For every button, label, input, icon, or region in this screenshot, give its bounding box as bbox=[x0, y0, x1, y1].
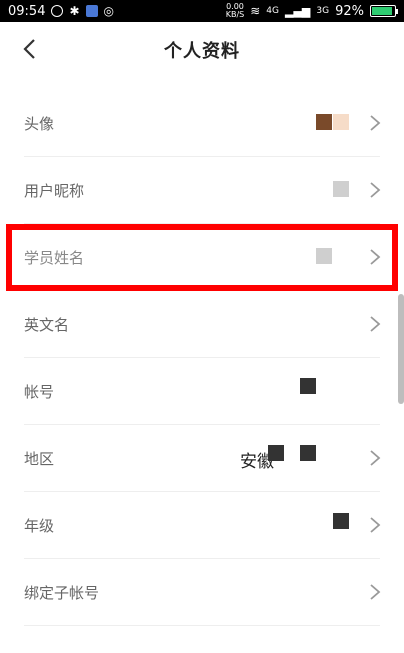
row-grade[interactable]: 年级 bbox=[0, 492, 404, 559]
row-english-name[interactable]: 英文名 bbox=[0, 291, 404, 358]
chevron-right-icon bbox=[368, 181, 382, 199]
bluetooth-icon: ✱ bbox=[69, 4, 80, 18]
value-redacted bbox=[333, 181, 349, 197]
page-title: 个人资料 bbox=[164, 41, 240, 62]
row-label: 地区 bbox=[24, 450, 55, 468]
value-redacted bbox=[316, 248, 332, 264]
scrollbar[interactable] bbox=[398, 294, 404, 404]
wifi-icon: ≋ bbox=[250, 4, 261, 18]
chevron-right-icon bbox=[368, 516, 382, 534]
row-student-name[interactable]: 学员姓名 bbox=[0, 224, 404, 291]
value-redacted bbox=[333, 513, 349, 529]
chevron-right-icon bbox=[368, 583, 382, 601]
row-label: 帐号 bbox=[24, 383, 55, 401]
alarm-icon bbox=[51, 5, 64, 17]
chevron-right-icon bbox=[368, 248, 382, 266]
row-label: 年级 bbox=[24, 517, 55, 535]
signal-label-2: 3G bbox=[316, 6, 330, 16]
chevron-right-icon bbox=[368, 449, 382, 467]
row-label: 头像 bbox=[24, 115, 55, 133]
value-redacted bbox=[268, 445, 284, 461]
row-label: 学员姓名 bbox=[24, 249, 85, 267]
chevron-right-icon bbox=[368, 315, 382, 333]
row-label: 英文名 bbox=[24, 316, 70, 334]
row-avatar[interactable]: 头像 bbox=[0, 90, 404, 157]
signal-icon: ▂▄▆ bbox=[285, 4, 311, 18]
app-icon bbox=[85, 5, 98, 17]
row-bind-sub-account[interactable]: 绑定子帐号 bbox=[0, 559, 404, 626]
battery-percent: 92% bbox=[335, 3, 364, 19]
row-label: 绑定子帐号 bbox=[24, 584, 100, 602]
avatar bbox=[316, 114, 332, 130]
chevron-right-icon bbox=[368, 114, 382, 132]
signal-label-1: 4G bbox=[266, 6, 279, 16]
row-account: 帐号 bbox=[0, 358, 404, 425]
status-bar: 09:54 ✱ ◎ 0.00 KB/S ≋ 4G ▂▄▆ 3G 92% bbox=[0, 0, 404, 22]
value-redacted bbox=[300, 445, 316, 461]
battery-icon bbox=[370, 5, 398, 17]
profile-list: 头像 用户昵称 学员姓名 英文名 帐号 地区 安徽 年级 绑定子帐号 bbox=[0, 90, 404, 626]
network-speed: 0.00 KB/S bbox=[225, 2, 245, 19]
header: 个人资料 bbox=[0, 22, 404, 78]
status-time: 09:54 bbox=[8, 3, 46, 19]
value-redacted bbox=[300, 378, 316, 394]
qq-icon: ◎ bbox=[103, 4, 115, 18]
divider bbox=[24, 625, 380, 626]
row-nickname[interactable]: 用户昵称 bbox=[0, 157, 404, 224]
row-region[interactable]: 地区 安徽 bbox=[0, 425, 404, 492]
back-button[interactable] bbox=[16, 36, 42, 62]
avatar bbox=[333, 114, 349, 130]
chevron-left-icon bbox=[23, 39, 35, 59]
row-label: 用户昵称 bbox=[24, 182, 85, 200]
